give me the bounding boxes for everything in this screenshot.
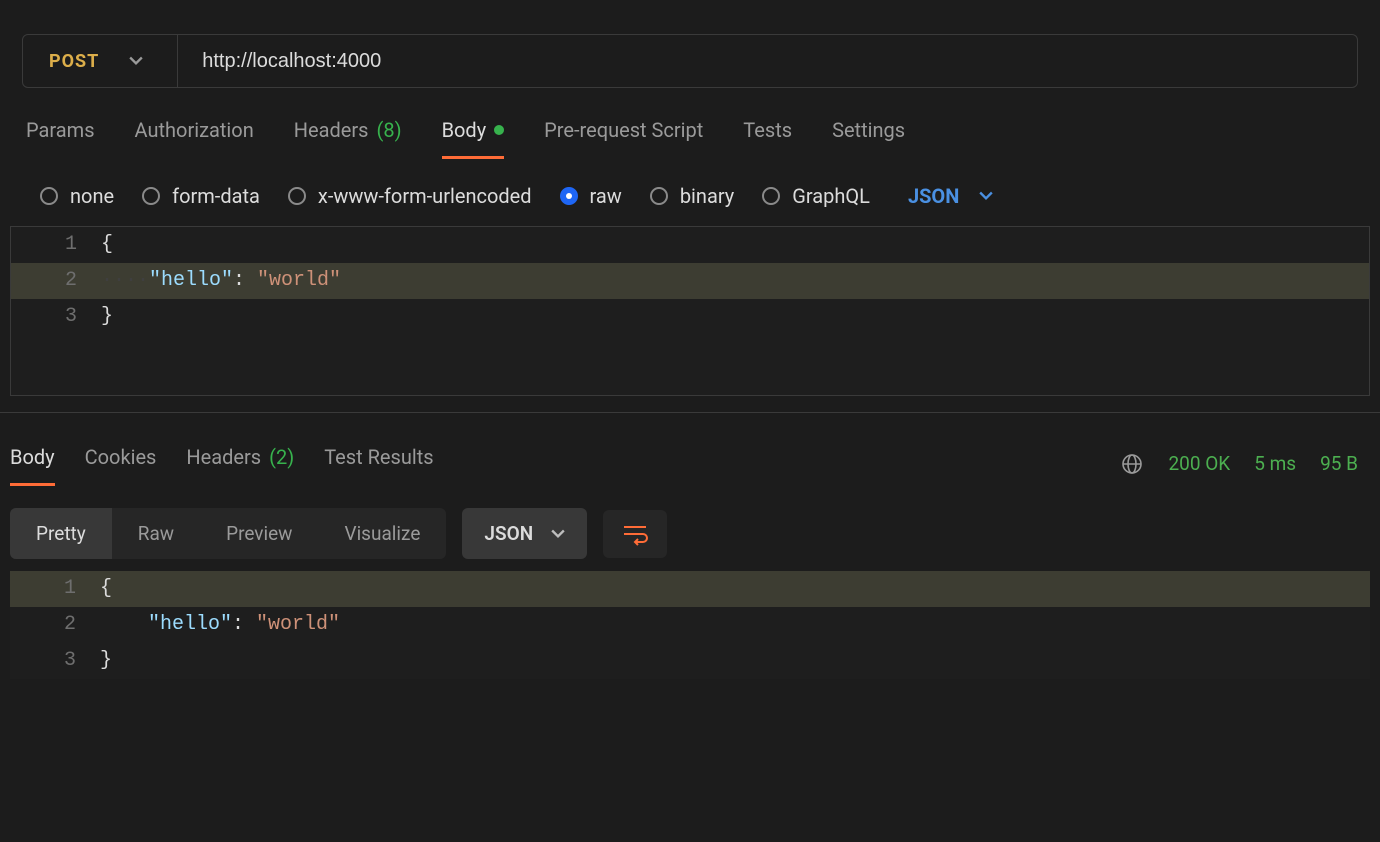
view-mode-pretty[interactable]: Pretty bbox=[10, 508, 112, 559]
response-header: Body Cookies Headers (2) Test Results 20… bbox=[0, 412, 1380, 496]
radio-label: GraphQL bbox=[792, 184, 870, 208]
chevron-down-icon bbox=[551, 527, 565, 541]
radio-icon bbox=[560, 187, 578, 205]
body-type-graphql[interactable]: GraphQL bbox=[762, 184, 870, 208]
response-tab-body[interactable]: Body bbox=[10, 441, 55, 486]
response-time: 5 ms bbox=[1254, 452, 1296, 475]
response-toolbar: Pretty Raw Preview Visualize JSON bbox=[0, 496, 1380, 571]
response-size: 95 B bbox=[1320, 452, 1358, 475]
view-mode-preview[interactable]: Preview bbox=[200, 508, 318, 559]
indent-guide: ···· bbox=[101, 269, 149, 292]
body-format-select[interactable]: JSON bbox=[908, 184, 993, 208]
body-type-urlencoded[interactable]: x-www-form-urlencoded bbox=[288, 184, 532, 208]
format-label: JSON bbox=[484, 522, 533, 545]
body-type-row: none form-data x-www-form-urlencoded raw… bbox=[0, 160, 1380, 226]
tab-label: Test Results bbox=[324, 445, 433, 469]
code-string: "world" bbox=[256, 613, 340, 636]
tab-tests[interactable]: Tests bbox=[743, 108, 792, 159]
line-number: 3 bbox=[10, 643, 100, 679]
radio-label: x-www-form-urlencoded bbox=[318, 184, 532, 208]
radio-icon bbox=[762, 187, 780, 205]
code-string: "world" bbox=[257, 269, 341, 292]
radio-icon bbox=[40, 187, 58, 205]
http-method-label: POST bbox=[49, 51, 99, 72]
view-mode-raw[interactable]: Raw bbox=[112, 508, 200, 559]
tab-label: Headers bbox=[186, 445, 261, 469]
code-brace: } bbox=[101, 305, 113, 328]
response-tab-test-results[interactable]: Test Results bbox=[324, 441, 433, 486]
tab-label: Body bbox=[10, 445, 55, 469]
line-number: 3 bbox=[11, 299, 101, 335]
body-type-binary[interactable]: binary bbox=[650, 184, 734, 208]
tab-count: (2) bbox=[269, 445, 294, 469]
tab-label: Cookies bbox=[85, 445, 157, 469]
code-key: "hello" bbox=[148, 613, 232, 636]
radio-label: binary bbox=[680, 184, 734, 208]
request-tabs: Params Authorization Headers (8) Body Pr… bbox=[0, 108, 1380, 160]
code-brace: } bbox=[100, 649, 112, 672]
body-type-none[interactable]: none bbox=[40, 184, 114, 208]
tab-label: Pre-request Script bbox=[544, 118, 703, 142]
tab-label: Tests bbox=[743, 118, 792, 142]
chevron-down-icon bbox=[129, 54, 143, 68]
response-view-modes: Pretty Raw Preview Visualize bbox=[10, 508, 446, 559]
radio-label: raw bbox=[590, 184, 622, 208]
tab-label: Authorization bbox=[135, 118, 254, 142]
body-type-form-data[interactable]: form-data bbox=[142, 184, 260, 208]
response-format-select[interactable]: JSON bbox=[462, 508, 587, 559]
format-label: JSON bbox=[908, 184, 959, 208]
response-status-row: 200 OK 5 ms 95 B bbox=[1120, 452, 1358, 476]
body-type-raw[interactable]: raw bbox=[560, 184, 622, 208]
code-key: "hello" bbox=[149, 269, 233, 292]
request-url-input[interactable] bbox=[178, 50, 1357, 73]
globe-icon[interactable] bbox=[1120, 452, 1144, 476]
request-bar: POST bbox=[22, 34, 1358, 88]
line-number: 2 bbox=[11, 263, 101, 299]
tab-body[interactable]: Body bbox=[442, 108, 505, 159]
modified-dot-icon bbox=[494, 125, 504, 135]
line-number: 2 bbox=[10, 607, 100, 643]
code-brace: { bbox=[101, 233, 113, 256]
tab-label: Body bbox=[442, 118, 487, 142]
status-code: 200 OK bbox=[1168, 452, 1230, 475]
radio-label: none bbox=[70, 184, 114, 208]
tab-authorization[interactable]: Authorization bbox=[135, 108, 254, 159]
radio-icon bbox=[288, 187, 306, 205]
code-punc: : bbox=[232, 613, 256, 636]
response-tabs: Body Cookies Headers (2) Test Results bbox=[10, 441, 434, 486]
tab-settings[interactable]: Settings bbox=[832, 108, 905, 159]
tab-label: Params bbox=[26, 118, 95, 142]
code-punc: : bbox=[233, 269, 257, 292]
tab-label: Settings bbox=[832, 118, 905, 142]
line-number: 1 bbox=[10, 571, 100, 607]
chevron-down-icon bbox=[979, 189, 993, 203]
tab-headers[interactable]: Headers (8) bbox=[294, 108, 402, 159]
http-method-select[interactable]: POST bbox=[23, 35, 178, 87]
view-mode-visualize[interactable]: Visualize bbox=[318, 508, 446, 559]
line-number: 1 bbox=[11, 227, 101, 263]
tab-pre-request-script[interactable]: Pre-request Script bbox=[544, 108, 703, 159]
request-body-editor[interactable]: 1 { 2 ····"hello": "world" 3 } bbox=[10, 226, 1370, 396]
code-brace: { bbox=[100, 577, 112, 600]
wrap-lines-button[interactable] bbox=[603, 510, 667, 558]
radio-icon bbox=[650, 187, 668, 205]
response-tab-headers[interactable]: Headers (2) bbox=[186, 441, 294, 486]
tab-count: (8) bbox=[377, 118, 402, 142]
response-tab-cookies[interactable]: Cookies bbox=[85, 441, 157, 486]
tab-params[interactable]: Params bbox=[26, 108, 95, 159]
radio-label: form-data bbox=[172, 184, 260, 208]
tab-label: Headers bbox=[294, 118, 369, 142]
radio-icon bbox=[142, 187, 160, 205]
response-body-editor[interactable]: 1 { 2 "hello": "world" 3 } bbox=[10, 571, 1370, 679]
